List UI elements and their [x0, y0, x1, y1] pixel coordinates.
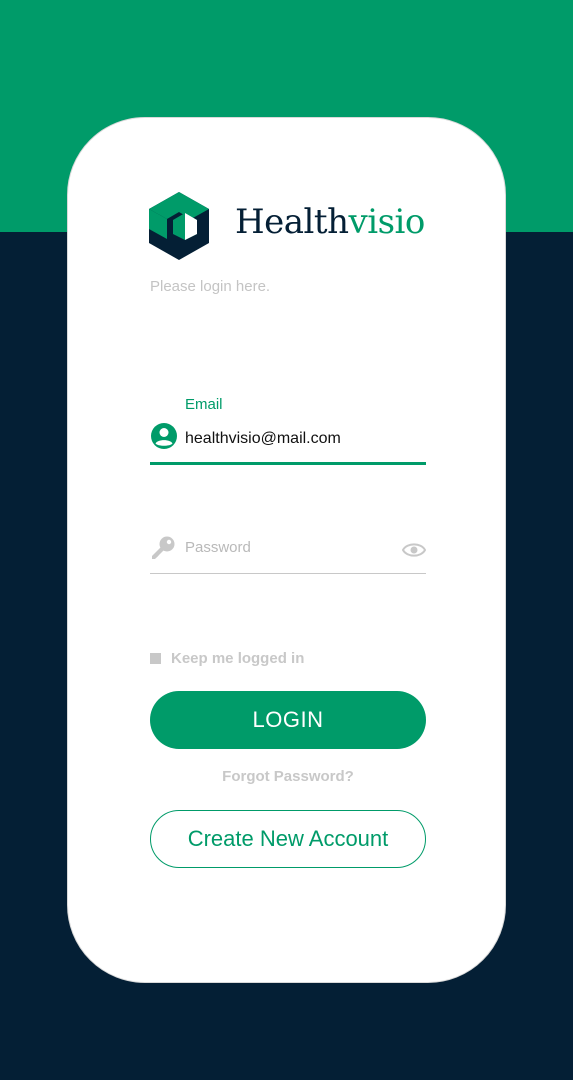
- brand-name-part2: visio: [348, 202, 425, 242]
- keep-logged-in-checkbox[interactable]: Keep me logged in: [150, 650, 304, 667]
- login-button[interactable]: LOGIN: [150, 691, 426, 749]
- login-card: Healthvisio Please login here. Email hea…: [67, 117, 506, 983]
- key-icon: [152, 536, 175, 559]
- password-field[interactable]: [150, 533, 426, 574]
- email-label: Email: [185, 396, 223, 413]
- keep-logged-in-label[interactable]: Keep me logged in: [171, 650, 304, 667]
- eye-icon[interactable]: [402, 541, 426, 559]
- brand-name-part1: Health: [235, 202, 349, 242]
- forgot-password-link[interactable]: Forgot Password?: [150, 768, 426, 785]
- login-subtitle: Please login here.: [150, 278, 271, 295]
- checkbox-box[interactable]: [150, 652, 161, 664]
- create-account-button[interactable]: Create New Account: [150, 810, 426, 868]
- password-input[interactable]: [185, 539, 385, 556]
- email-value[interactable]: healthvisio@mail.com: [185, 430, 341, 448]
- email-field[interactable]: healthvisio@mail.com: [150, 420, 426, 465]
- brand-name: Healthvisio: [235, 200, 425, 244]
- hexagon-logo-icon: [149, 192, 209, 260]
- user-circle-icon: [151, 423, 177, 449]
